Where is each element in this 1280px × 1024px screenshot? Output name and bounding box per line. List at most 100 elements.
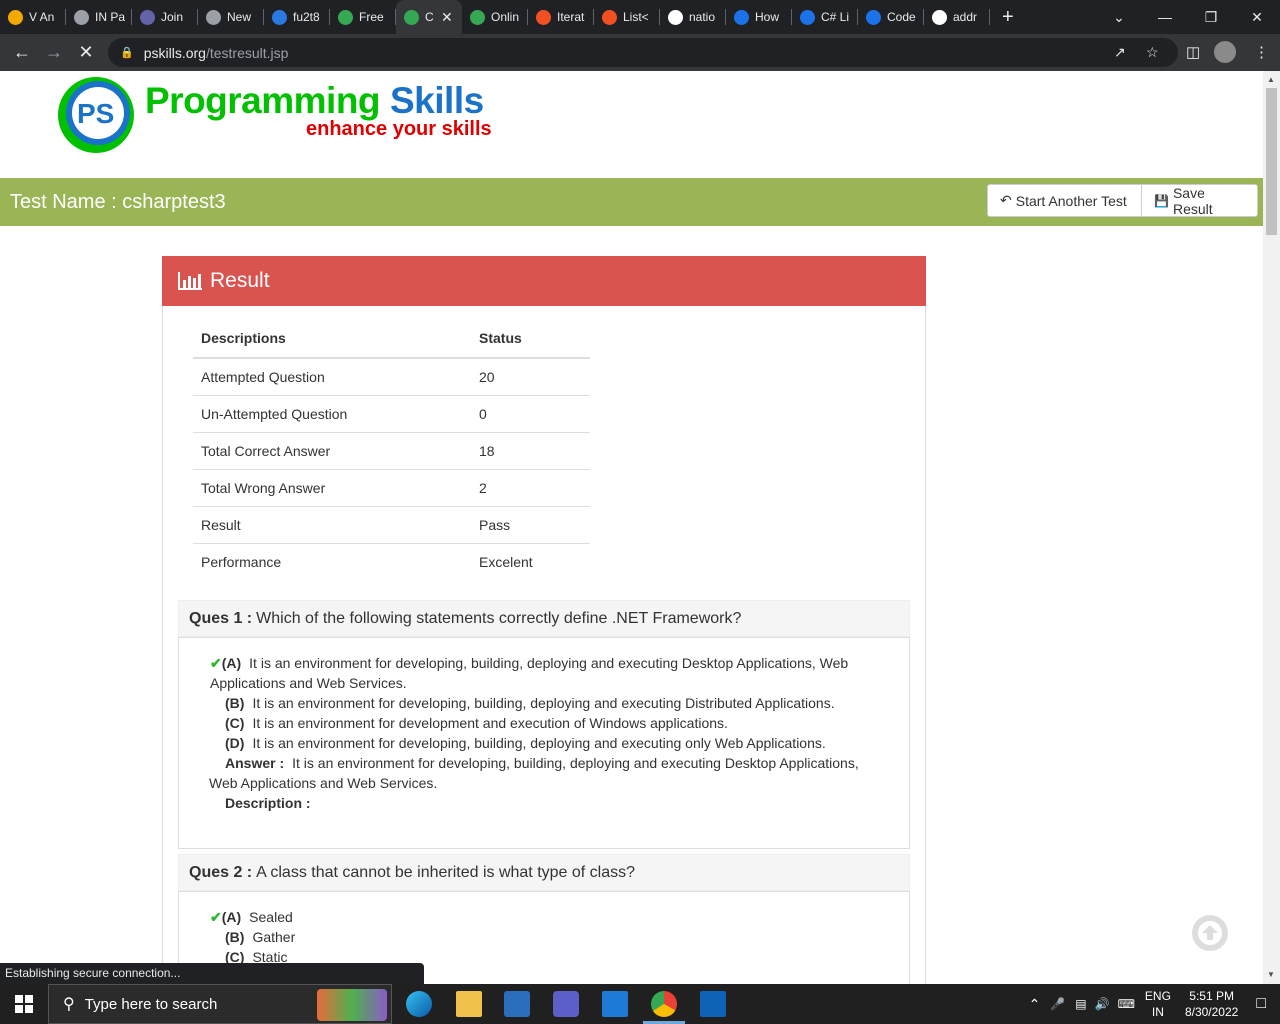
profile-avatar[interactable] [1214, 41, 1236, 63]
tab-title: natio [689, 10, 716, 24]
row-description: Total Wrong Answer [193, 469, 471, 507]
option-b: (B) It is an environment for developing, … [209, 693, 879, 713]
tab[interactable]: C# Li [792, 0, 858, 34]
save-result-button[interactable]: 💾 Save Result [1141, 184, 1258, 217]
tab[interactable]: Join [132, 0, 198, 34]
microsoft-icon [536, 9, 551, 25]
tab[interactable]: C ✕ [396, 0, 462, 34]
taskbar-search-box[interactable]: ⚲ Type here to search [48, 984, 392, 1024]
tab[interactable]: How [726, 0, 792, 34]
forward-button[interactable]: → [38, 42, 70, 63]
result-title: Result [210, 269, 270, 292]
table-row: Result Pass [193, 506, 590, 544]
restore-button[interactable]: ❐ [1188, 9, 1234, 26]
minimize-button[interactable]: — [1142, 9, 1188, 25]
svg-text:PS: PS [77, 98, 114, 129]
tab-title: Free [359, 10, 384, 24]
scroll-up-arrow-icon[interactable]: ▲ [1267, 75, 1275, 84]
scroll-to-top-button[interactable] [1192, 915, 1228, 951]
tab-title: C# Li [821, 10, 850, 24]
tab-search-chevron-icon[interactable]: ⌄ [1096, 9, 1142, 26]
tab[interactable]: Free [330, 0, 396, 34]
tab-title: addr [953, 10, 978, 24]
clock[interactable]: 5:51 PM 8/30/2022 [1185, 988, 1238, 1020]
store-icon[interactable] [504, 991, 530, 1017]
tab[interactable]: Iterat [528, 0, 594, 34]
start-another-test-button[interactable]: ↶ Start Another Test [987, 184, 1142, 217]
network-icon[interactable]: ▤ [1075, 997, 1086, 1011]
window-controls: ⌄ — ❐ ✕ [1096, 0, 1280, 34]
option-key: (B) [225, 929, 245, 945]
answer-text: It is an environment for developing, bui… [209, 755, 859, 791]
search-placeholder: Type here to search [84, 995, 218, 1013]
option-c: (C) It is an environment for development … [209, 713, 879, 733]
close-window-button[interactable]: ✕ [1234, 9, 1280, 26]
teams-icon [140, 9, 155, 25]
photos-icon[interactable] [700, 991, 726, 1017]
chevron-up-icon[interactable]: ⌃ [1029, 996, 1041, 1013]
bookmark-star-icon[interactable]: ☆ [1146, 44, 1159, 61]
tab[interactable]: List< [594, 0, 660, 34]
teams-icon[interactable] [553, 991, 579, 1017]
share-icon[interactable]: ↗ [1114, 44, 1126, 61]
url-domain: pskills.org [143, 44, 206, 61]
tab[interactable]: fu2t8 [264, 0, 330, 34]
row-status: Excelent [479, 553, 533, 570]
result-panel-header: Result [162, 256, 926, 306]
system-tray: ⌃ 🎤 ▤ 🔊 ⌨ ENG IN 5:51 PM 8/30/2022 □ [1029, 984, 1280, 1024]
tab[interactable]: V An [0, 0, 66, 34]
t-icon [734, 9, 749, 25]
notification-icon[interactable]: □ [1256, 995, 1266, 1013]
google-icon [668, 9, 683, 25]
tab[interactable]: New [198, 0, 264, 34]
undo-arrow-icon: ↶ [1000, 192, 1012, 208]
keyboard-icon[interactable]: ⌨ [1118, 997, 1135, 1011]
tab-title: C [425, 10, 434, 24]
language-indicator[interactable]: ENG IN [1145, 988, 1171, 1020]
tab[interactable]: Onlin [462, 0, 528, 34]
globe-icon [74, 9, 89, 25]
scrollbar-thumb[interactable] [1266, 88, 1277, 235]
status-bubble: Establishing secure connection... [0, 963, 424, 984]
file-explorer-icon[interactable] [456, 991, 482, 1017]
start-button[interactable] [0, 984, 48, 1024]
option-b: (B) Gather [209, 927, 879, 947]
row-description: Result [193, 506, 471, 544]
volume-icon[interactable]: 🔊 [1095, 997, 1110, 1011]
green-circle-icon [470, 9, 485, 25]
tab[interactable]: addr [924, 0, 990, 34]
lock-icon[interactable]: 🔒 [120, 46, 134, 59]
edge-icon[interactable] [406, 991, 432, 1017]
tab[interactable]: IN Pa [66, 0, 132, 34]
back-button[interactable]: ← [6, 42, 38, 63]
stop-loading-button[interactable]: ✕ [70, 42, 102, 63]
green-circle-icon [338, 9, 353, 25]
side-panel-icon[interactable]: ◫ [1186, 43, 1200, 61]
option-a: ✔(A) It is an environment for developing,… [209, 653, 879, 693]
description-label: Description : [225, 795, 311, 811]
tab-title: New [227, 10, 252, 24]
tab[interactable]: Code [858, 0, 924, 34]
tab-title: fu2t8 [293, 10, 320, 24]
new-tab-button[interactable]: + [1002, 6, 1014, 29]
mail-icon[interactable] [602, 991, 628, 1017]
t-icon [866, 9, 881, 25]
scroll-down-arrow-icon[interactable]: ▼ [1267, 970, 1275, 979]
row-status: Pass [471, 506, 590, 544]
option-text: Sealed [249, 909, 293, 925]
page-scrollbar[interactable]: ▲ ▼ [1263, 71, 1280, 984]
option-text: It is an environment for development and… [252, 715, 728, 731]
row-status: 0 [471, 395, 590, 433]
microphone-icon[interactable]: 🎤 [1050, 997, 1065, 1011]
chrome-icon[interactable] [651, 991, 677, 1017]
option-text: Gather [252, 929, 296, 945]
url-bar[interactable]: 🔒 pskills.org/testresult.jsp ↗ ☆ [108, 38, 1178, 67]
tab[interactable]: natio [660, 0, 726, 34]
tab-title: IN Pa [95, 10, 125, 24]
option-d: (D) It is an environment for developing, … [209, 733, 879, 753]
option-text: It is an environment for developing, bui… [252, 735, 826, 751]
menu-kebab-icon[interactable]: ⋮ [1254, 43, 1269, 61]
close-tab-icon[interactable]: ✕ [441, 9, 453, 26]
test-name-bar: Test Name : csharptest3 ↶ Start Another T… [0, 178, 1263, 226]
row-description: Performance [201, 553, 282, 570]
